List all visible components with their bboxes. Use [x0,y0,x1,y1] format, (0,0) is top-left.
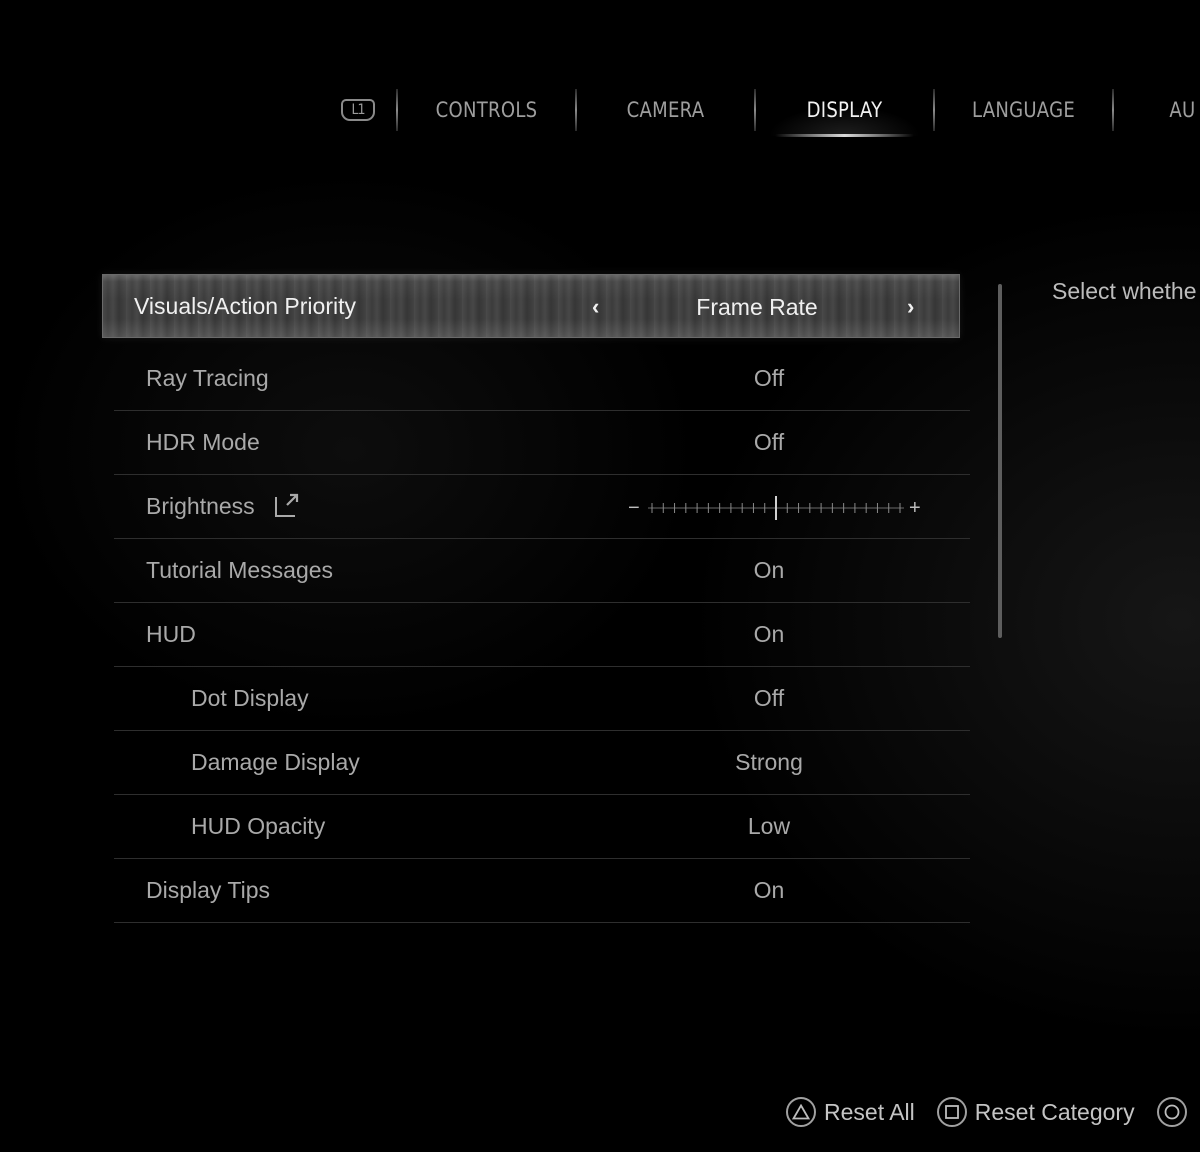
setting-damage-display[interactable]: Damage Display Strong [114,731,970,795]
setting-dot-display[interactable]: Dot Display Off [114,667,970,731]
setting-visuals-action-priority[interactable]: Visuals/Action Priority ‹ Frame Rate › [102,274,960,338]
tab-divider [575,89,577,131]
settings-list: Visuals/Action Priority ‹ Frame Rate › R… [102,274,970,923]
reset-all-button[interactable]: Reset All [786,1097,915,1127]
square-button-icon [936,1097,967,1127]
l1-button[interactable]: L1 [320,84,396,136]
setting-label-wrap: Brightness [146,475,298,538]
button-prompts: Reset All Reset Category [786,1094,1200,1130]
l1-button-icon: L1 [341,99,375,121]
tab-audio[interactable]: AU [1126,84,1200,136]
setting-label: Display Tips [146,877,270,903]
settings-scrollbar[interactable] [998,284,1002,638]
slider-plus-icon[interactable]: + [909,497,921,519]
category-tab-bar: L1 CONTROLS CAMERA DISPLAY LANGUAGE AU [320,84,1200,137]
reset-category-label: Reset Category [974,1098,1135,1125]
tab-divider [1112,89,1114,131]
tab-display[interactable]: DISPLAY [768,84,921,137]
setting-label: Visuals/Action Priority [134,293,356,319]
external-link-icon [274,493,298,517]
setting-tutorial-messages[interactable]: Tutorial Messages On [114,539,970,603]
setting-label: HUD Opacity [191,813,326,839]
reset-category-button[interactable]: Reset Category [936,1097,1135,1127]
setting-label: Dot Display [191,685,309,711]
tab-camera[interactable]: CAMERA [589,84,741,136]
tab-divider [396,89,398,131]
setting-hdr-mode[interactable]: HDR Mode Off [114,411,970,475]
setting-label: HDR Mode [146,429,260,455]
tab-controls[interactable]: CONTROLS [410,84,562,136]
triangle-button-icon [786,1097,816,1127]
tab-divider [754,89,756,131]
setting-hud-opacity[interactable]: HUD Opacity Low [114,795,970,859]
setting-value: Off [753,429,785,455]
slider-minus-icon[interactable]: − [628,497,640,519]
setting-value: Low [747,813,791,839]
chevron-right-icon[interactable]: › [907,274,914,340]
setting-value: Off [753,685,785,711]
setting-ray-tracing[interactable]: Ray Tracing Off [114,347,970,411]
tab-divider [933,89,935,131]
setting-label: HUD [146,621,196,647]
setting-description: Select whethe [1052,278,1197,304]
reset-all-label: Reset All [824,1098,915,1125]
setting-label: Brightness [146,493,255,519]
setting-value: Strong [735,749,803,775]
setting-value: On [753,877,785,903]
circle-button-icon [1156,1097,1187,1127]
setting-value: On [753,557,785,583]
tab-language[interactable]: LANGUAGE [947,84,1099,136]
setting-brightness[interactable]: Brightness − + [114,475,970,539]
setting-value: Frame Rate [696,294,818,320]
setting-label: Damage Display [191,749,360,775]
brightness-slider[interactable]: − + [626,495,926,521]
setting-value: On [753,621,785,647]
setting-label: Tutorial Messages [146,557,334,583]
setting-display-tips[interactable]: Display Tips On [114,859,970,923]
setting-hud[interactable]: HUD On [114,603,970,667]
setting-label: Ray Tracing [146,365,269,391]
setting-value: Off [753,365,785,391]
back-button[interactable] [1156,1097,1195,1127]
display-settings-screen: L1 CONTROLS CAMERA DISPLAY LANGUAGE AU V… [0,0,1200,1152]
chevron-left-icon[interactable]: ‹ [592,274,599,340]
